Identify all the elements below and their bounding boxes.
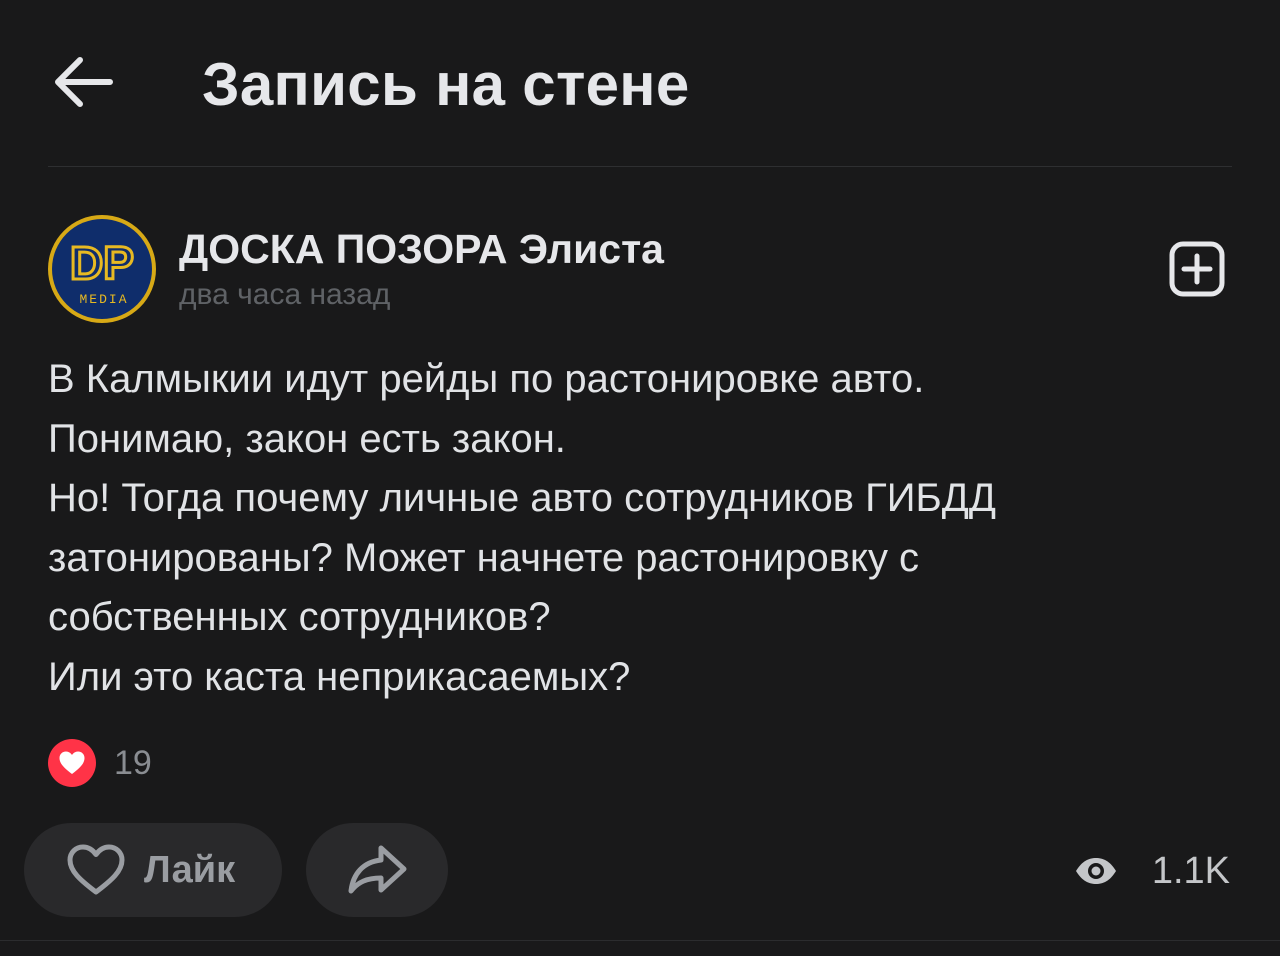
views-count: 1.1K [1151,849,1230,892]
post-text-line: собственных сотрудников? [48,595,551,639]
post-text-line: Но! Тогда почему личные авто сотрудников… [48,476,996,520]
avatar-image: DP MEDIA [52,219,152,319]
plus-square-icon [1169,241,1225,297]
views-counter: 1.1K [1074,846,1230,896]
header: Запись на стене [0,0,1280,168]
like-label: Лайк [144,848,236,891]
subscribe-button[interactable] [1168,240,1226,298]
avatar[interactable]: DP MEDIA [48,215,156,323]
eye-icon [1075,858,1116,884]
post-text-line: Или это каста неприкасаемых? [48,654,631,699]
back-button[interactable] [50,52,116,112]
post-text-line: В Калмыкии идут рейды по растонировке ав… [48,357,925,401]
post-text-line: Понимаю, закон есть закон. [48,416,566,461]
post-time[interactable]: два часа назад [179,278,390,312]
logo-monogram: DP [70,237,134,289]
share-arrow-icon [348,845,407,894]
post-text-line: затонированы? Может начнете растонировку… [48,535,920,580]
dp-media-logo: DP MEDIA [69,236,136,308]
header-divider [48,166,1232,167]
heart-filled-icon [48,739,96,787]
bottom-divider [0,940,1280,941]
page-title: Запись на стене [202,51,690,118]
share-button[interactable] [306,823,448,917]
like-button[interactable]: Лайк [24,823,282,917]
arrow-left-icon [55,57,113,107]
reactions-summary[interactable]: 19 [48,738,152,788]
logo-caption: MEDIA [79,292,128,307]
author-name[interactable]: ДОСКА ПОЗОРА Элиста [179,226,664,272]
post-text: В Калмыкии идут рейды по растонировке ав… [48,350,1238,707]
heart-outline-icon [67,844,125,895]
reaction-count: 19 [114,743,152,782]
